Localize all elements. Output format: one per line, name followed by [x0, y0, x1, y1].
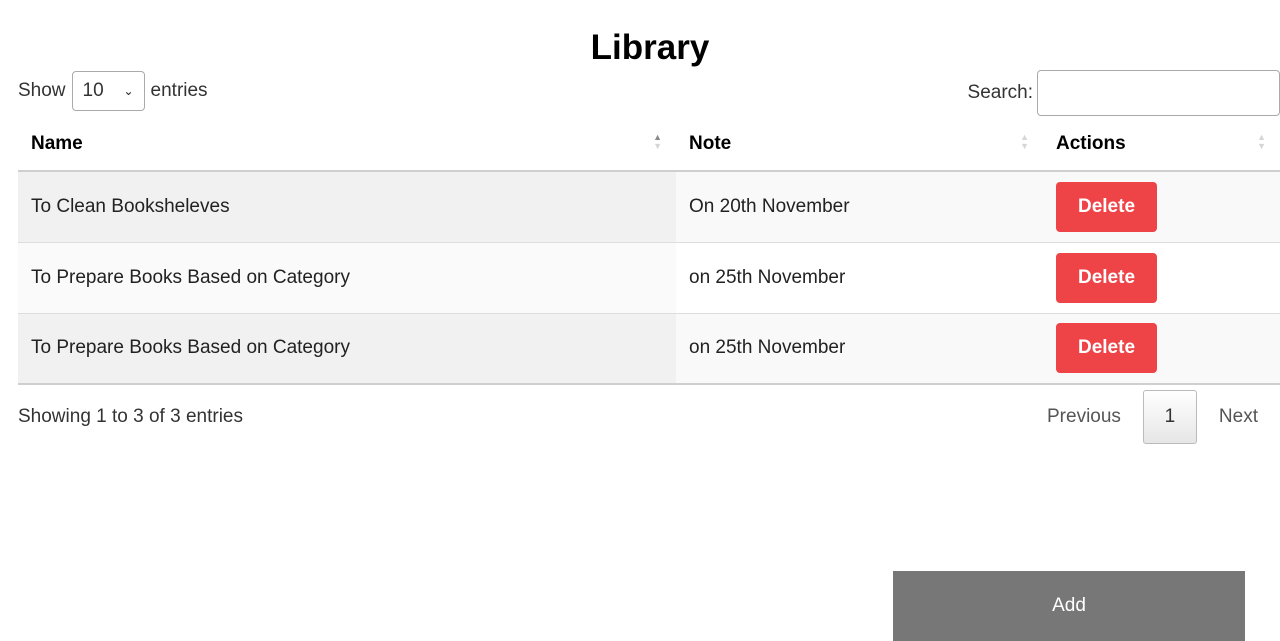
length-prefix: Show — [18, 80, 66, 101]
sort-icon: ▲ ▼ — [1257, 132, 1266, 151]
delete-button[interactable]: Delete — [1056, 323, 1157, 374]
sort-icon: ▲ ▼ — [1020, 132, 1029, 151]
cell-actions: Delete — [1043, 170, 1280, 242]
cell-note: On 20th November — [676, 170, 1043, 242]
cell-actions: Delete — [1043, 241, 1280, 313]
cell-name: To Clean Booksheleves — [18, 170, 676, 242]
search-label: Search: — [967, 82, 1033, 103]
cell-name: To Prepare Books Based on Category — [18, 312, 676, 385]
library-table: Name ▲ ▼ Note ▲ ▼ Actions ▲ ▼ To Clean Book… — [18, 118, 1280, 385]
add-button[interactable]: Add — [893, 571, 1245, 641]
search-control: Search: — [968, 70, 1280, 116]
delete-button[interactable]: Delete — [1056, 181, 1157, 232]
page-title: Library — [590, 28, 710, 67]
entries-per-page-select[interactable]: 10 ⌄ — [71, 71, 145, 111]
sort-ascending-icon: ▲ ▼ — [653, 132, 662, 151]
next-button[interactable]: Next — [1197, 390, 1280, 444]
column-header-name[interactable]: Name ▲ ▼ — [18, 118, 676, 172]
chevron-down-icon: ⌄ — [123, 84, 134, 98]
table-row: To Prepare Books Based on Category on 25… — [18, 312, 1280, 385]
delete-button[interactable]: Delete — [1056, 252, 1157, 303]
table-info: Showing 1 to 3 of 3 entries — [18, 406, 243, 427]
page-button-current[interactable]: 1 — [1142, 390, 1197, 444]
cell-actions: Delete — [1043, 312, 1280, 385]
selected-value: 10 — [82, 80, 104, 101]
search-input[interactable] — [1037, 70, 1280, 116]
table-row: To Prepare Books Based on Category on 25… — [18, 241, 1280, 313]
cell-note: on 25th November — [676, 241, 1043, 313]
cell-note: on 25th November — [676, 312, 1043, 385]
header-row: Name ▲ ▼ Note ▲ ▼ Actions ▲ ▼ — [18, 118, 1280, 172]
column-header-actions[interactable]: Actions ▲ ▼ — [1043, 118, 1280, 172]
pagination: Previous 1 Next — [1025, 390, 1280, 444]
column-header-note[interactable]: Note ▲ ▼ — [676, 118, 1043, 172]
cell-name: To Prepare Books Based on Category — [18, 241, 676, 313]
table-row: To Clean Booksheleves On 20th November D… — [18, 170, 1280, 242]
entries-length-control: Show 10 ⌄ entries — [18, 71, 208, 111]
previous-button[interactable]: Previous — [1025, 390, 1143, 444]
length-suffix: entries — [150, 80, 208, 101]
